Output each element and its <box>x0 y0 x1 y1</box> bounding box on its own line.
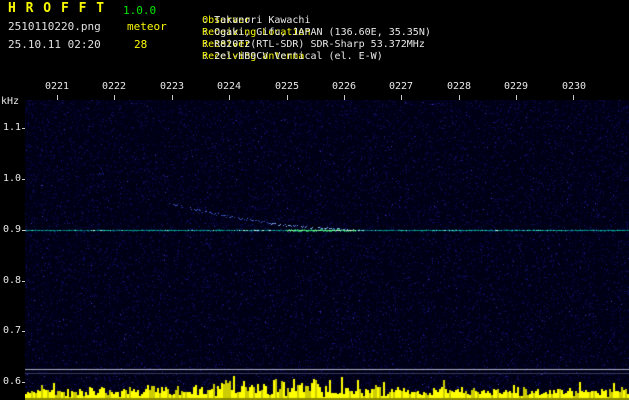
receiver-value: : R820T2(RTL-SDR) SDR-Sharp 53.372MHz <box>202 39 425 50</box>
x-tick-label: 0229 <box>503 81 529 92</box>
y-tick-label: 1.1 <box>2 122 21 133</box>
spectrogram-canvas <box>25 100 629 400</box>
x-tick-label: 0224 <box>216 81 242 92</box>
x-tick-label: 0226 <box>331 81 357 92</box>
observation-datetime: 25.10.11 02:20 <box>8 38 101 51</box>
y-tick-label: 0.8 <box>2 275 21 286</box>
meteor-count: 28 <box>134 38 148 51</box>
antenna-value: : 2el-HB9CV Vertical (el. E-W) <box>202 51 383 62</box>
y-tick-label: 0.6 <box>2 376 21 387</box>
y-tick-label: 1.0 <box>2 173 21 184</box>
info-row-antenna: Receiving antenna: 2el-HB9CV Vertical (e… <box>178 42 383 72</box>
output-filename: 2510110220.png <box>8 20 101 33</box>
mode-label: meteor <box>127 20 167 33</box>
observer-value: : Takanori Kawachi <box>202 15 311 26</box>
location-value: : Ogaki, Gifu, JAPAN (136.60E, 35.35N) <box>202 27 431 38</box>
x-tick-label: 0230 <box>561 81 587 92</box>
x-tick-label: 0222 <box>101 81 127 92</box>
y-tick-label: 0.9 <box>2 224 21 235</box>
app-version: 1.0.0 <box>123 4 157 17</box>
x-tick-label: 0228 <box>446 81 472 92</box>
x-tick-label: 0221 <box>44 81 70 92</box>
x-tick-label: 0225 <box>274 81 300 92</box>
y-axis-unit-label: kHz <box>1 96 20 107</box>
y-tick-label: 0.7 <box>2 325 21 336</box>
x-tick-label: 0227 <box>388 81 414 92</box>
x-tick-label: 0223 <box>159 81 185 92</box>
app-title: H R O F F T <box>8 1 106 16</box>
hrofft-spectrogram-output: H R O F F T 1.0.0 2510110220.png meteor … <box>0 0 629 400</box>
